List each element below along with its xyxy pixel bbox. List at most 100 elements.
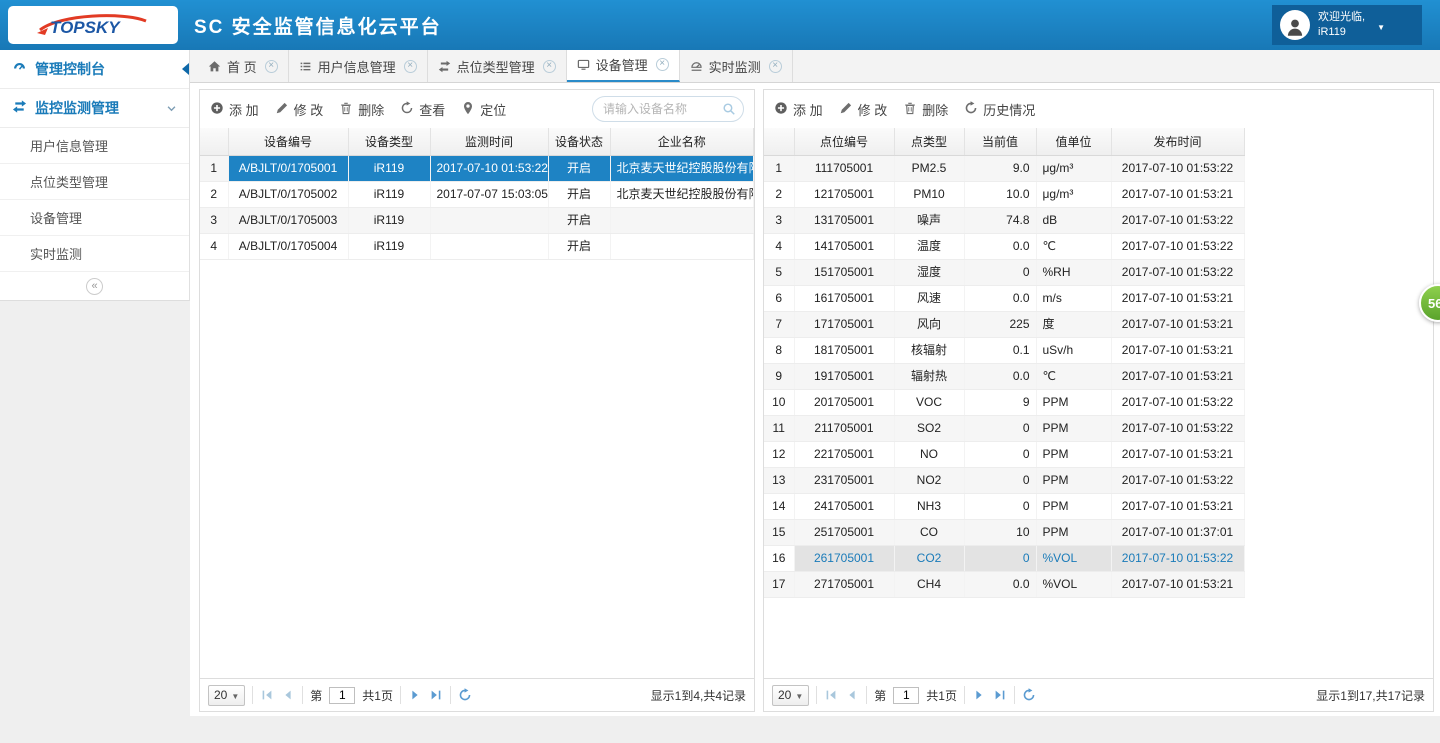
monitor-table-row[interactable]: 3131705001噪声74.8dB2017-07-10 01:53:22	[764, 207, 1244, 233]
tab-close-icon[interactable]	[543, 60, 556, 73]
device-table-row[interactable]: 3A/BJLT/0/1705003iR119开启	[200, 207, 754, 233]
header-cell[interactable]: 设备编号	[228, 128, 348, 155]
sidebar-section-monitoring[interactable]: 监控监测管理	[0, 89, 189, 128]
delete-button[interactable]: 删除	[903, 100, 948, 119]
device-cell: 开启	[548, 207, 610, 233]
page-size-value: 20	[214, 688, 227, 702]
header-cell[interactable]: 设备类型	[348, 128, 430, 155]
welcome-line: 欢迎光临,	[1318, 10, 1365, 25]
monitor-table-row[interactable]: 16261705001CO20%VOL2017-07-10 01:53:22	[764, 545, 1244, 571]
page-number-input[interactable]	[329, 687, 355, 704]
plus-icon	[210, 101, 224, 118]
monitor-table-row[interactable]: 4141705001温度0.0℃2017-07-10 01:53:22	[764, 233, 1244, 259]
refresh-button[interactable]	[458, 688, 472, 702]
monitor-cell: 9.0	[964, 155, 1036, 181]
prev-page-button[interactable]	[845, 688, 859, 702]
monitor-cell: CO	[894, 519, 964, 545]
device-cell	[610, 233, 754, 259]
page-size-select[interactable]: 20	[772, 685, 809, 706]
page-number-input[interactable]	[893, 687, 919, 704]
tab-close-icon[interactable]	[265, 60, 278, 73]
monitor-cell: NO	[894, 441, 964, 467]
monitor-pager: 20 第 共1页 显示1到17,共17记录	[764, 678, 1433, 711]
monitor-table-row[interactable]: 10201705001VOC9PPM2017-07-10 01:53:22	[764, 389, 1244, 415]
prev-page-button[interactable]	[281, 688, 295, 702]
home-icon	[208, 60, 221, 73]
monitor-table-row[interactable]: 13231705001NO20PPM2017-07-10 01:53:22	[764, 467, 1244, 493]
header-cell[interactable]: 发布时间	[1111, 128, 1244, 155]
row-number: 8	[764, 337, 794, 363]
header-cell[interactable]: 监测时间	[430, 128, 548, 155]
monitor-table-row[interactable]: 2121705001PM1010.0μg/m³2017-07-10 01:53:…	[764, 181, 1244, 207]
monitor-table-row[interactable]: 15251705001CO10PPM2017-07-10 01:37:01	[764, 519, 1244, 545]
locate-button[interactable]: 定位	[461, 100, 506, 119]
header-cell[interactable]: 企业名称	[610, 128, 754, 155]
device-table-row[interactable]: 1A/BJLT/0/1705001iR1192017-07-10 01:53:2…	[200, 155, 754, 181]
device-cell: 北京麦天世纪控股股份有限公司	[610, 155, 754, 181]
monitor-table-row[interactable]: 12221705001NO0PPM2017-07-10 01:53:21	[764, 441, 1244, 467]
monitor-table-row[interactable]: 1111705001PM2.59.0μg/m³2017-07-10 01:53:…	[764, 155, 1244, 181]
tab-device[interactable]: 设备管理	[567, 49, 680, 82]
tab-close-icon[interactable]	[769, 60, 782, 73]
tab-home[interactable]: 首 页	[198, 50, 289, 82]
page-size-select[interactable]: 20	[208, 685, 245, 706]
main-content: 添 加 修 改 删除 查看 定位	[190, 83, 1440, 716]
page-size-value: 20	[778, 688, 791, 702]
row-number: 3	[764, 207, 794, 233]
first-page-button[interactable]	[824, 688, 838, 702]
tab-close-icon[interactable]	[404, 60, 417, 73]
tab-close-icon[interactable]	[656, 58, 669, 71]
device-table: 设备编号 设备类型 监测时间 设备状态 企业名称 1A/BJLT/0/17050…	[200, 128, 754, 260]
monitor-cell: 风速	[894, 285, 964, 311]
sidebar-item-realtime[interactable]: 实时监测	[0, 236, 189, 272]
plus-icon	[774, 101, 788, 118]
collapse-sidebar-button[interactable]: «	[86, 278, 103, 295]
header-cell-index[interactable]	[200, 128, 228, 155]
monitor-table-row[interactable]: 5151705001湿度0%RH2017-07-10 01:53:22	[764, 259, 1244, 285]
sidebar-item-label: 设备管理	[30, 208, 82, 227]
header-cell[interactable]: 点类型	[894, 128, 964, 155]
last-page-button[interactable]	[429, 688, 443, 702]
header-cell[interactable]: 设备状态	[548, 128, 610, 155]
sidebar-item-point-type[interactable]: 点位类型管理	[0, 164, 189, 200]
device-table-row[interactable]: 2A/BJLT/0/1705002iR1192017-07-07 15:03:0…	[200, 181, 754, 207]
monitor-cell: ℃	[1036, 363, 1111, 389]
header-cell[interactable]: 当前值	[964, 128, 1036, 155]
add-button[interactable]: 添 加	[774, 100, 823, 119]
monitor-table-row[interactable]: 7171705001风向225度2017-07-10 01:53:21	[764, 311, 1244, 337]
monitor-table-row[interactable]: 17271705001CH40.0%VOL2017-07-10 01:53:21	[764, 571, 1244, 597]
header-cell[interactable]: 点位编号	[794, 128, 894, 155]
monitor-table-row[interactable]: 9191705001辐射热0.0℃2017-07-10 01:53:21	[764, 363, 1244, 389]
next-page-button[interactable]	[408, 688, 422, 702]
monitor-cell: 0.0	[964, 285, 1036, 311]
first-page-button[interactable]	[260, 688, 274, 702]
view-button[interactable]: 查看	[400, 100, 445, 119]
device-table-row[interactable]: 4A/BJLT/0/1705004iR119开启	[200, 233, 754, 259]
monitor-table-row[interactable]: 8181705001核辐射0.1uSv/h2017-07-10 01:53:21	[764, 337, 1244, 363]
tab-realtime[interactable]: 实时监测	[680, 50, 793, 82]
edit-button[interactable]: 修 改	[275, 100, 324, 119]
divider	[1014, 686, 1015, 704]
header-cell-index[interactable]	[764, 128, 794, 155]
search-icon[interactable]	[722, 102, 736, 116]
history-button[interactable]: 历史情况	[964, 100, 1035, 119]
edit-button[interactable]: 修 改	[839, 100, 888, 119]
refresh-button[interactable]	[1022, 688, 1036, 702]
sidebar-item-device[interactable]: 设备管理	[0, 200, 189, 236]
sidebar-section-console[interactable]: 管理控制台	[0, 50, 189, 89]
add-button[interactable]: 添 加	[210, 100, 259, 119]
tab-point-type[interactable]: 点位类型管理	[428, 50, 567, 82]
row-number: 1	[200, 155, 228, 181]
user-menu[interactable]: 欢迎光临, iR119	[1272, 5, 1422, 45]
trash-icon	[339, 101, 353, 118]
header-cell[interactable]: 值单位	[1036, 128, 1111, 155]
monitor-table-row[interactable]: 11211705001SO20PPM2017-07-10 01:53:22	[764, 415, 1244, 441]
tab-user-info[interactable]: 用户信息管理	[289, 50, 428, 82]
monitor-table-row[interactable]: 14241705001NH30PPM2017-07-10 01:53:21	[764, 493, 1244, 519]
last-page-button[interactable]	[993, 688, 1007, 702]
sidebar-item-user-info[interactable]: 用户信息管理	[0, 128, 189, 164]
delete-button[interactable]: 删除	[339, 100, 384, 119]
monitor-table-row[interactable]: 6161705001风速0.0m/s2017-07-10 01:53:21	[764, 285, 1244, 311]
avatar	[1280, 10, 1310, 40]
next-page-button[interactable]	[972, 688, 986, 702]
